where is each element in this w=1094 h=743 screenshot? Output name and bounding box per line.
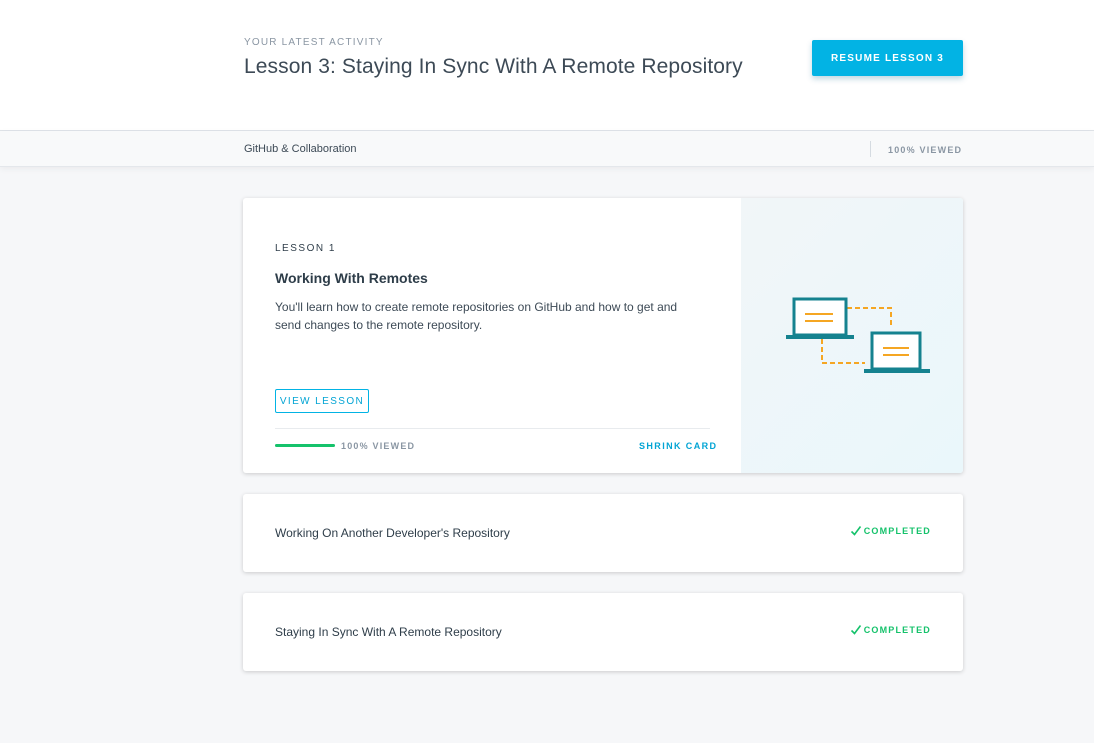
course-bar: GitHub & Collaboration 100% VIEWED [0, 131, 1094, 167]
course-name[interactable]: GitHub & Collaboration [244, 143, 357, 155]
lesson-card-expanded: LESSON 1 Working With Remotes You'll lea… [243, 198, 963, 473]
lesson-description: You'll learn how to create remote reposi… [275, 300, 678, 332]
progress-bar [275, 444, 335, 447]
lesson-row[interactable]: Staying In Sync With A Remote Repository… [243, 593, 963, 671]
checkmark-icon [850, 526, 861, 536]
activity-header: YOUR LATEST ACTIVITY Lesson 3: Staying I… [0, 0, 1094, 131]
lesson-row-title: Staying In Sync With A Remote Repository [275, 625, 502, 639]
resume-lesson-button[interactable]: RESUME LESSON 3 [812, 40, 963, 76]
checkmark-icon [850, 625, 861, 635]
divider [870, 141, 871, 157]
lesson-row-title: Working On Another Developer's Repositor… [275, 526, 510, 540]
completed-badge: COMPLETED [850, 624, 931, 636]
progress-label: 100% VIEWED [341, 441, 416, 451]
two-laptops-sync-icon [786, 297, 930, 373]
lesson-number: LESSON 1 [275, 243, 336, 254]
view-lesson-button[interactable]: VIEW LESSON [275, 389, 369, 413]
divider [275, 428, 710, 429]
status-label: COMPLETED [863, 526, 931, 536]
lesson-title: Working With Remotes [275, 270, 428, 286]
course-viewed-status: 100% VIEWED [888, 145, 963, 155]
lesson-illustration [741, 198, 963, 473]
lesson-row[interactable]: Working On Another Developer's Repositor… [243, 494, 963, 572]
shrink-card-link[interactable]: SHRINK CARD [639, 441, 717, 451]
activity-eyebrow: YOUR LATEST ACTIVITY [244, 37, 384, 48]
status-label: COMPLETED [863, 625, 931, 635]
progress-fill [275, 444, 335, 447]
page-title: Lesson 3: Staying In Sync With A Remote … [244, 55, 743, 78]
completed-badge: COMPLETED [850, 525, 931, 537]
